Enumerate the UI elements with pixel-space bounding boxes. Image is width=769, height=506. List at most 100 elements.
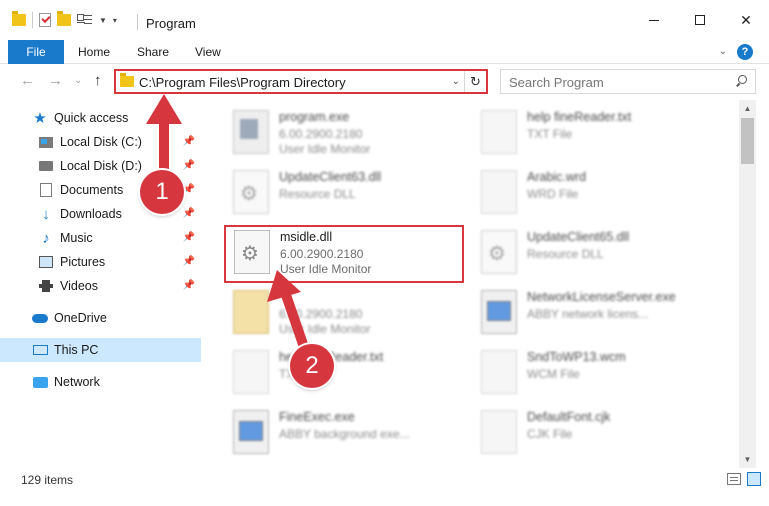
file-item-help-txt[interactable]: help fineReader.txt TXT File	[473, 106, 713, 164]
file-item-defaultfont[interactable]: DefaultFont.cjk CJK File	[473, 406, 713, 464]
sidebar-item-pictures[interactable]: Pictures 📌	[0, 250, 201, 274]
file-detail: WRD File	[527, 187, 579, 201]
close-button[interactable]: ✕	[723, 0, 769, 40]
refresh-button[interactable]: ↻	[464, 71, 486, 92]
callout-step-1: 1	[140, 170, 184, 214]
file-icon	[481, 410, 517, 454]
file-item-fineexec[interactable]: FineExec.exe ABBY background exe...	[225, 406, 465, 464]
file-name: NetworkLicenseServer.exe	[527, 290, 676, 304]
file-item-obscured[interactable]: 6.00.2900.2180 User Idle Monitor	[225, 286, 465, 344]
dll-icon	[233, 170, 269, 214]
file-icon	[233, 290, 269, 334]
folder-icon	[120, 73, 134, 87]
sidebar-item-quick-access[interactable]: ★ Quick access	[0, 106, 201, 130]
tab-share[interactable]: Share	[137, 40, 169, 64]
text-file-icon	[481, 110, 517, 154]
tab-view[interactable]: View	[195, 40, 221, 64]
chevron-down-icon[interactable]: ⌄	[452, 76, 460, 87]
file-detail: CJK File	[527, 427, 573, 441]
sidebar-item-network[interactable]: Network	[0, 370, 201, 394]
file-icon	[481, 350, 517, 394]
sidebar-item-local-disk-c[interactable]: Local Disk (C:) 📌	[0, 130, 201, 154]
sidebar-item-onedrive[interactable]: OneDrive	[0, 306, 201, 330]
tab-home[interactable]: Home	[78, 40, 110, 64]
minimize-icon	[649, 19, 659, 21]
recent-locations-icon[interactable]: ⌄	[74, 75, 82, 86]
file-name: program.exe	[279, 110, 350, 124]
expand-ribbon-icon[interactable]: ⌄	[719, 46, 727, 57]
pin-icon[interactable]: 📌	[183, 160, 195, 171]
text-file-icon	[233, 350, 269, 394]
properties-check-icon[interactable]	[39, 13, 51, 27]
file-name: Arabic.wrd	[527, 170, 587, 184]
new-folder-icon[interactable]	[57, 11, 71, 26]
sidebar-item-label: Pictures	[60, 255, 106, 269]
pin-icon[interactable]: 📌	[183, 232, 195, 243]
address-bar[interactable]: C:\Program Files\Program Directory ⌄ ↻	[114, 69, 488, 94]
scrollbar-thumb[interactable]	[741, 118, 754, 164]
chevron-down-icon[interactable]: ▼	[99, 16, 107, 25]
quick-access-toolbar: ▼ ▾	[12, 11, 117, 28]
sidebar-item-music[interactable]: ♪ Music 📌	[0, 226, 201, 250]
address-path[interactable]: C:\Program Files\Program Directory	[139, 75, 346, 90]
star-icon: ★	[33, 110, 47, 127]
window-bottom-edge	[0, 492, 769, 506]
sidebar-item-label: Quick access	[54, 111, 129, 125]
tiles-view-icon[interactable]	[747, 472, 761, 486]
exe-icon	[233, 410, 269, 454]
status-bar: 129 items	[0, 468, 769, 492]
pin-icon[interactable]: 📌	[183, 184, 195, 195]
music-icon: ♪	[42, 229, 50, 247]
file-item-updateclient65[interactable]: UpdateClient65.dll Resource DLL	[473, 226, 713, 284]
details-view-icon[interactable]	[727, 473, 741, 485]
search-input[interactable]: Search Program	[500, 69, 756, 94]
callout-step-2: 2	[290, 344, 334, 388]
folder-icon[interactable]	[12, 11, 26, 26]
scroll-up-icon[interactable]: ▲	[739, 100, 756, 117]
drive-icon	[38, 158, 54, 174]
dll-icon	[481, 230, 517, 274]
file-item-arabic-wrd[interactable]: Arabic.wrd WRD File	[473, 166, 713, 224]
file-item-program-exe[interactable]: program.exe 6.00.2900.2180 User Idle Mon…	[225, 106, 465, 164]
cloud-icon	[32, 310, 48, 326]
sidebar-item-label: Local Disk (D:)	[60, 159, 142, 173]
file-name: SndToWP13.wcm	[527, 350, 626, 364]
up-icon[interactable]: ↑	[94, 72, 102, 89]
file-item-updateclient63[interactable]: UpdateClient63.dll Resource DLL	[225, 166, 465, 224]
pin-icon[interactable]: 📌	[183, 208, 195, 219]
item-count: 129 items	[21, 473, 74, 487]
file-item-help-txt-2[interactable]: help fineReader.txt TXT	[225, 346, 465, 404]
maximize-button[interactable]	[677, 0, 723, 40]
sidebar-scrollbar[interactable]	[203, 100, 211, 468]
scroll-down-icon[interactable]: ▼	[739, 451, 756, 468]
vertical-scrollbar[interactable]: ▲ ▼	[739, 100, 756, 468]
pictures-icon	[38, 254, 54, 270]
file-detail: TXT File	[527, 127, 573, 141]
pin-icon[interactable]: 📌	[183, 280, 195, 291]
pin-icon[interactable]: 📌	[183, 256, 195, 267]
file-name: UpdateClient63.dll	[279, 170, 382, 184]
ribbon-tabs: File Home Share View ⌄ ?	[0, 40, 769, 64]
search-placeholder: Search Program	[509, 75, 604, 90]
help-icon[interactable]: ?	[737, 44, 753, 60]
customize-toolbar-icon[interactable]: ▾	[113, 16, 117, 25]
file-item-networklicenseserver[interactable]: NetworkLicenseServer.exe ABBY network li…	[473, 286, 713, 344]
file-detail: User Idle Monitor	[279, 322, 371, 336]
sidebar-item-videos[interactable]: Videos 📌	[0, 274, 201, 298]
pin-icon[interactable]: 📌	[183, 136, 195, 147]
separator	[137, 14, 138, 30]
sidebar-item-this-pc[interactable]: This PC	[0, 338, 201, 362]
sidebar-item-label: Local Disk (C:)	[60, 135, 142, 149]
file-detail: WCM File	[527, 367, 580, 381]
sidebar-item-label: OneDrive	[54, 311, 107, 325]
tab-file[interactable]: File	[8, 40, 64, 64]
file-item-sndtowp13[interactable]: SndToWP13.wcm WCM File	[473, 346, 713, 404]
minimize-button[interactable]	[631, 0, 677, 40]
maximize-icon	[695, 15, 705, 25]
back-icon[interactable]: ←	[20, 72, 35, 89]
properties-icon[interactable]	[77, 13, 93, 27]
window-title: Program	[146, 16, 196, 31]
computer-icon	[32, 342, 48, 358]
sidebar-item-label: Documents	[60, 183, 124, 197]
forward-icon[interactable]: →	[48, 72, 63, 89]
